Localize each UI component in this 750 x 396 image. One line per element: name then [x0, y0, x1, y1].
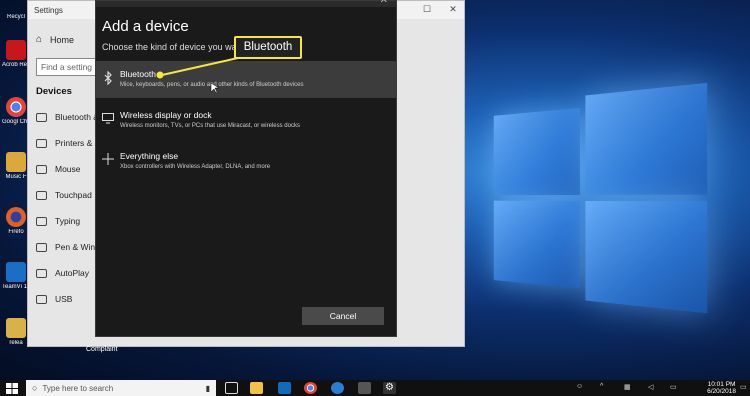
- home-icon: ⌂: [36, 34, 43, 45]
- taskbar-search-input[interactable]: ○ Type here to search ▮: [26, 380, 216, 396]
- option-everything-else[interactable]: Everything else Xbox controllers with Wi…: [96, 143, 396, 180]
- option-description: Mice, keyboards, pens, or audio and othe…: [120, 82, 304, 88]
- nav-item-printers[interactable]: Printers & sc: [36, 138, 103, 148]
- acrobat-icon: [6, 40, 26, 60]
- keyboard-icon: [36, 216, 47, 226]
- action-center-icon[interactable]: ▭: [740, 383, 748, 392]
- windows-logo-wallpaper: [493, 82, 710, 314]
- bluetooth-devices-icon: [36, 112, 47, 122]
- search-icon: ○: [32, 383, 38, 393]
- desktop-icon-firefox[interactable]: Firefo: [2, 207, 30, 236]
- dialog-title: Add a device: [102, 18, 189, 35]
- autoplay-icon: [36, 268, 47, 278]
- nav-item-mouse[interactable]: Mouse: [36, 164, 81, 174]
- option-title: Wireless display or dock: [120, 110, 212, 120]
- home-nav[interactable]: ⌂ Home: [36, 34, 74, 45]
- desktop-icon-music-folder[interactable]: Music F: [2, 152, 30, 181]
- tray-chevron-icon[interactable]: ^: [600, 383, 608, 392]
- option-description: Wireless monitors, TVs, or PCs that use …: [120, 123, 300, 129]
- option-title: Bluetooth: [120, 69, 156, 79]
- teamviewer-icon: [6, 262, 26, 282]
- taskbar-clock[interactable]: 10:01 PM 6/20/2018: [707, 381, 736, 395]
- close-icon[interactable]: ✕: [446, 4, 460, 15]
- edge-icon[interactable]: [331, 382, 344, 394]
- section-title: Devices: [36, 86, 72, 97]
- folder-icon: [6, 152, 26, 172]
- nav-item-autoplay[interactable]: AutoPlay: [36, 268, 89, 278]
- desktop-icon-acrobat[interactable]: Acrob Reader: [2, 40, 30, 69]
- mouse-icon: [36, 164, 47, 174]
- volume-icon[interactable]: ◁: [648, 383, 656, 392]
- keyboard-tray-icon[interactable]: ▭: [670, 383, 678, 392]
- option-bluetooth[interactable]: Bluetooth Mice, keyboards, pens, or audi…: [96, 61, 396, 98]
- outlook-icon[interactable]: [278, 382, 291, 394]
- nav-item-touchpad[interactable]: Touchpad: [36, 190, 92, 200]
- dialog-close-icon[interactable]: ✕: [380, 0, 388, 6]
- nav-item-bluetooth[interactable]: Bluetooth &: [36, 112, 99, 122]
- touchpad-icon: [36, 190, 47, 200]
- maximize-icon[interactable]: ☐: [420, 4, 434, 15]
- network-icon[interactable]: ▦: [624, 383, 632, 392]
- monitor-icon: [102, 112, 114, 126]
- firefox-icon: [6, 207, 26, 227]
- bluetooth-callout-label: Bluetooth: [234, 36, 302, 59]
- desktop-icons: Recycl Acrob Reader Googl Chrom Music F …: [0, 0, 30, 380]
- chrome-taskbar-icon[interactable]: [304, 382, 317, 394]
- task-view-icon[interactable]: [225, 382, 238, 394]
- cancel-button[interactable]: Cancel: [302, 307, 384, 325]
- nav-item-typing[interactable]: Typing: [36, 216, 80, 226]
- document-icon: [6, 318, 26, 338]
- store-icon[interactable]: [358, 382, 371, 394]
- microphone-icon: ▮: [205, 383, 210, 393]
- dialog-titlebar: ✕: [96, 0, 396, 7]
- settings-gear-icon[interactable]: ⚙: [383, 382, 396, 394]
- people-icon[interactable]: ☺: [576, 383, 584, 392]
- printer-icon: [36, 138, 47, 148]
- desktop-icon-recycle-bin[interactable]: Recycl: [2, 2, 30, 21]
- option-wireless-display[interactable]: Wireless display or dock Wireless monito…: [96, 102, 396, 139]
- desktop-icon-chrome[interactable]: Googl Chrom: [2, 97, 30, 126]
- usb-icon: [36, 294, 47, 304]
- dialog-subtitle: Choose the kind of device you want: [102, 42, 245, 52]
- option-title: Everything else: [120, 151, 179, 161]
- desktop-icon-release[interactable]: relea: [2, 318, 30, 347]
- windows-start-icon[interactable]: [6, 383, 18, 394]
- nav-item-usb[interactable]: USB: [36, 294, 72, 304]
- file-explorer-icon[interactable]: [250, 382, 263, 394]
- pen-icon: [36, 242, 47, 252]
- desktop-label-complaint: Complaint: [86, 346, 118, 353]
- plus-icon: [102, 153, 114, 167]
- chrome-icon: [6, 97, 26, 117]
- desktop-icon-teamviewer[interactable]: TeamVi 13: [2, 262, 30, 291]
- option-description: Xbox controllers with Wireless Adapter, …: [120, 164, 271, 170]
- nav-item-pen[interactable]: Pen & Wind: [36, 242, 100, 252]
- taskbar: ○ Type here to search ▮ ⚙ ☺ ^ ▦ ◁ ▭ 10:0…: [0, 380, 750, 396]
- bluetooth-icon: [102, 70, 114, 86]
- settings-title: Settings: [34, 6, 63, 15]
